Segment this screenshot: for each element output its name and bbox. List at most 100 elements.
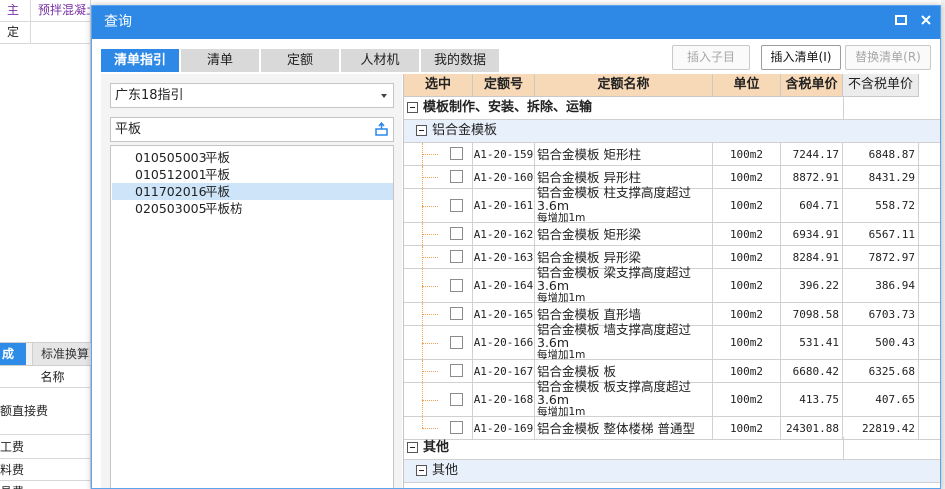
tab-list[interactable]: 清单 <box>181 49 259 72</box>
maximize-icon[interactable] <box>893 14 909 30</box>
quota-name-main: 铝合金模板 整体楼梯 普通型 <box>537 420 695 436</box>
select-checkbox[interactable] <box>450 279 463 292</box>
dialog-titlebar[interactable]: 查询 <box>92 6 940 39</box>
group-label: 模板制作、安装、拆除、运输 <box>423 100 593 115</box>
select-checkbox[interactable] <box>450 199 463 212</box>
collapse-icon[interactable] <box>407 442 418 453</box>
search-input[interactable]: 平板 <box>110 117 394 142</box>
dialog-title: 查询 <box>104 14 132 30</box>
quota-code: A1-20-161 <box>473 189 535 222</box>
quota-unit: 100m2 <box>713 269 781 302</box>
select-checkbox[interactable] <box>450 307 463 320</box>
guide-library-select[interactable]: 广东18指引 <box>110 83 394 108</box>
quota-price-notax: 6703.73 <box>843 303 919 325</box>
tab-list-guide[interactable]: 清单指引 <box>101 49 179 72</box>
quota-code: A1-20-166 <box>473 326 535 359</box>
guide-left-pane: 广东18指引 平板 010505003平板 010512001平板 011702… <box>101 74 402 488</box>
quota-name: 铝合金模板 墙支撑高度超过3.6m 每增加1m <box>535 323 713 361</box>
select-checkbox[interactable] <box>450 421 463 434</box>
bg-cell-type[interactable]: 定 <box>0 22 31 44</box>
select-checkbox[interactable] <box>450 250 463 263</box>
bg-cell-name[interactable]: 预拌混凝土 <box>31 0 91 22</box>
quota-unit: 100m2 <box>713 303 781 325</box>
quota-name: 铝合金模板 整体楼梯 普通型 <box>535 417 713 439</box>
search-results-list: 010505003平板 010512001平板 011702016平板 0205… <box>110 145 394 488</box>
result-item[interactable]: 020503005平板枋 <box>112 200 393 217</box>
quota-code: A1-20-164 <box>473 269 535 302</box>
result-item-selected[interactable]: 011702016平板 <box>112 183 393 200</box>
select-cell <box>404 143 473 165</box>
quota-code: A1-20-159 <box>473 143 535 165</box>
bg-list-item[interactable]: 额直接费 <box>0 388 91 435</box>
quota-price-tax: 8284.91 <box>781 246 843 268</box>
quota-unit: 100m2 <box>713 417 781 439</box>
tree-connector <box>422 177 438 178</box>
bg-list-item[interactable]: 料费 <box>0 459 91 481</box>
quota-name: 铝合金模板 板支撑高度超过3.6m 每增加1m <box>535 380 713 418</box>
quota-row[interactable]: A1-20-166 铝合金模板 墙支撑高度超过3.6m 每增加1m 100m2 531.… <box>404 323 940 361</box>
quota-price-tax: 6934.91 <box>781 223 843 245</box>
tree-connector <box>422 154 438 155</box>
insert-child-button[interactable]: 插入子目 <box>672 45 750 70</box>
bg-tab-active[interactable]: 成 <box>0 343 26 365</box>
quota-row[interactable]: A1-20-164 铝合金模板 梁支撑高度超过3.6m 每增加1m 100m2 396.… <box>404 266 940 304</box>
select-checkbox[interactable] <box>450 170 463 183</box>
collapse-icon[interactable] <box>416 465 427 476</box>
tree-connector <box>422 428 438 429</box>
result-item[interactable]: 010512001平板 <box>112 166 393 183</box>
insert-list-button[interactable]: 插入清单(I) <box>761 45 841 70</box>
select-checkbox[interactable] <box>450 364 463 377</box>
quota-row[interactable]: A1-20-162 铝合金模板 矩形梁 100m2 6934.91 6567.11 <box>404 223 940 246</box>
quota-price-notax: 6325.68 <box>843 360 919 382</box>
tab-labor-material-machine[interactable]: 人材机 <box>341 49 419 72</box>
select-checkbox[interactable] <box>450 393 463 406</box>
bg-cell-name[interactable] <box>31 22 91 44</box>
quota-code: A1-20-165 <box>473 303 535 325</box>
quota-row[interactable]: A1-20-161 铝合金模板 柱支撑高度超过3.6m 每增加1m 100m2 604.… <box>404 186 940 224</box>
replace-list-button[interactable]: 替换清单(R) <box>845 45 931 70</box>
group-row[interactable]: 模板制作、安装、拆除、运输 <box>404 97 940 120</box>
subgroup-row[interactable]: 其他 <box>404 460 940 483</box>
background-tabs: 成 标准换算 <box>0 342 92 366</box>
quota-unit: 100m2 <box>713 223 781 245</box>
filter-icon[interactable] <box>374 121 389 137</box>
column-header-name[interactable]: 定额名称 <box>535 74 713 97</box>
quota-code: A1-20-167 <box>473 360 535 382</box>
bg-list-item[interactable]: 工费 <box>0 435 91 459</box>
quota-unit: 100m2 <box>713 246 781 268</box>
quota-row[interactable]: A1-20-159 铝合金模板 矩形柱 100m2 7244.17 6848.87 <box>404 143 940 166</box>
result-code: 010505003 <box>135 150 207 165</box>
select-checkbox[interactable] <box>450 147 463 160</box>
column-header-price-notax[interactable]: 不含税单价 <box>843 74 919 97</box>
quota-price-tax: 8872.91 <box>781 166 843 188</box>
quota-price-tax: 604.71 <box>781 189 843 222</box>
quota-price-notax: 386.94 <box>843 269 919 302</box>
collapse-icon[interactable] <box>416 125 427 136</box>
quota-price-tax: 24301.88 <box>781 417 843 439</box>
close-icon[interactable] <box>918 14 934 30</box>
subgroup-row[interactable]: 铝合金模板 <box>404 120 940 143</box>
chevron-down-icon[interactable] <box>381 94 387 98</box>
bg-cell-type[interactable]: 主 <box>0 0 31 22</box>
column-header-select[interactable]: 选中 <box>404 74 473 97</box>
tab-quota[interactable]: 定额 <box>261 49 339 72</box>
column-header-price-tax[interactable]: 含税单价 <box>781 74 843 97</box>
collapse-icon[interactable] <box>407 102 418 113</box>
tab-my-data[interactable]: 我的数据 <box>421 49 499 72</box>
bg-tab-standard-conversion[interactable]: 标准换算 <box>32 343 92 365</box>
select-cell <box>404 383 473 416</box>
tree-connector <box>422 286 438 287</box>
select-cell <box>404 246 473 268</box>
quota-name-main: 铝合金模板 矩形柱 <box>537 146 641 162</box>
bg-list-item[interactable]: 具费 <box>0 481 91 489</box>
result-name: 平板枋 <box>205 201 243 216</box>
result-item[interactable]: 010505003平板 <box>112 149 393 166</box>
select-cell <box>404 189 473 222</box>
group-row[interactable]: 其他 <box>404 437 940 460</box>
column-header-unit[interactable]: 单位 <box>713 74 781 97</box>
select-checkbox[interactable] <box>450 227 463 240</box>
select-checkbox[interactable] <box>450 336 463 349</box>
select-cell <box>404 269 473 302</box>
quota-row[interactable]: A1-20-168 铝合金模板 板支撑高度超过3.6m 每增加1m 100m2 413.… <box>404 380 940 418</box>
column-header-code[interactable]: 定额号 <box>473 74 535 97</box>
